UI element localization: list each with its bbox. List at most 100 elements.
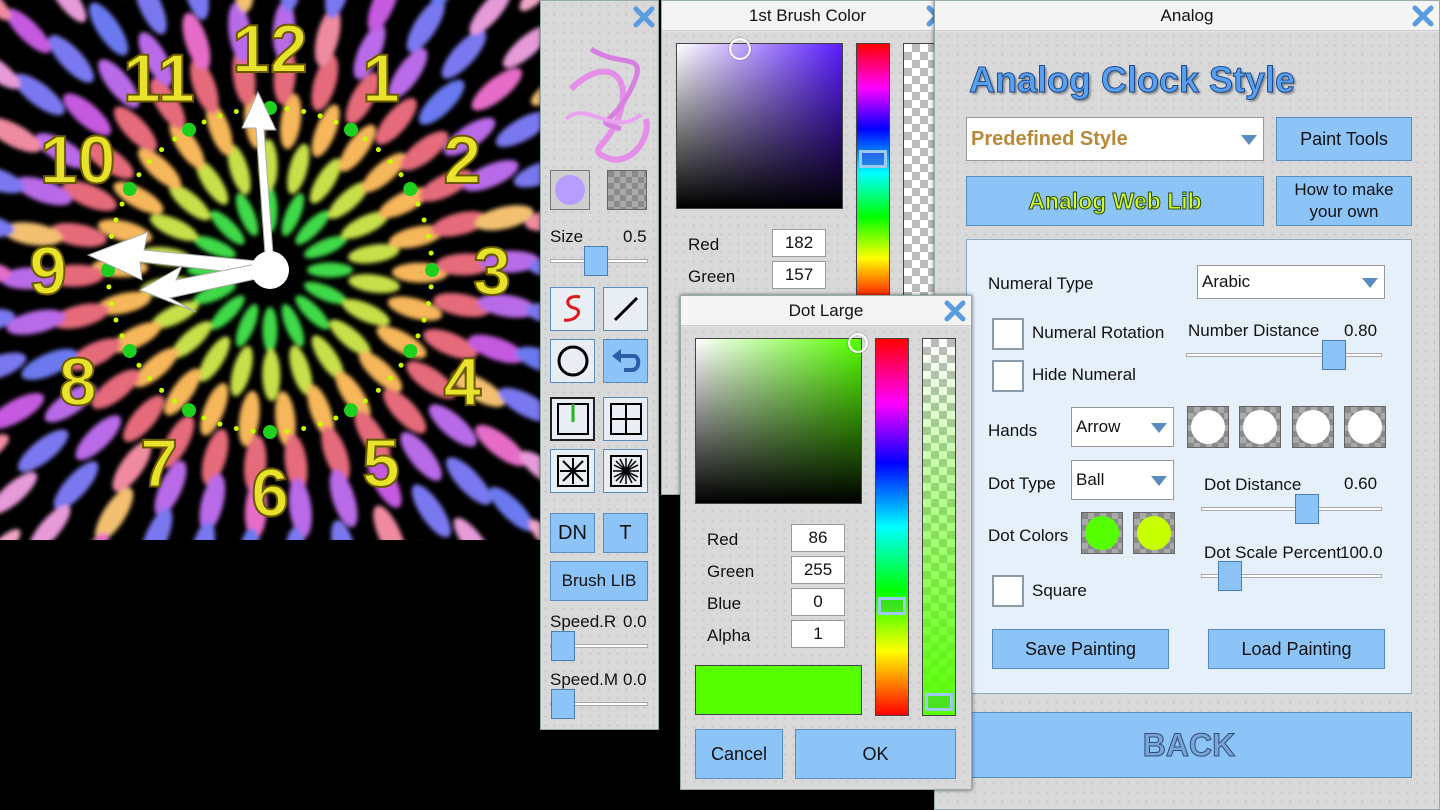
dot-type-dropdown[interactable]: Ball — [1071, 460, 1174, 500]
analog-web-lib-button[interactable]: Analog Web Lib — [966, 176, 1264, 226]
brush-alpha-slider[interactable] — [903, 43, 937, 303]
style-dropdown-value: Predefined Style — [971, 127, 1128, 150]
number-distance-thumb[interactable] — [1322, 340, 1346, 370]
hands-label: Hands — [988, 421, 1038, 440]
petal — [406, 0, 445, 53]
analog-heading: Analog Clock Style — [968, 59, 1296, 101]
circle-tool-button[interactable] — [550, 339, 595, 383]
brush-color-swatch[interactable] — [550, 170, 590, 210]
settings-panel — [966, 239, 1412, 694]
minute-dot — [284, 428, 290, 434]
square-checkbox[interactable] — [992, 575, 1024, 607]
dot-color-2-swatch[interactable] — [1133, 512, 1175, 554]
dot-sv-cursor[interactable] — [848, 333, 868, 353]
ok-button[interactable]: OK — [795, 729, 956, 779]
speed-r-label: Speed.R — [550, 612, 617, 631]
petal — [95, 487, 134, 540]
dot-scale-thumb[interactable] — [1218, 561, 1242, 591]
numeral-type-dropdown[interactable]: Arabic — [1197, 265, 1385, 299]
undo-button[interactable] — [603, 339, 648, 383]
dot-alpha-input[interactable]: 1 — [791, 620, 845, 648]
load-painting-button[interactable]: Load Painting — [1208, 629, 1385, 669]
close-icon[interactable] — [632, 5, 656, 29]
petal — [6, 309, 66, 335]
hand-color-2-swatch[interactable] — [1239, 406, 1281, 448]
petal — [446, 457, 492, 505]
brush-sv-picker[interactable] — [676, 38, 843, 209]
minute-dot — [119, 333, 125, 339]
speed-m-slider[interactable] — [550, 689, 648, 719]
numeral-rotation-checkbox[interactable] — [992, 318, 1024, 350]
dot-green-input[interactable]: 255 — [791, 556, 845, 584]
minute-dot — [201, 415, 207, 421]
speed-r-slider-thumb[interactable] — [551, 631, 575, 661]
dot-blue-input[interactable]: 0 — [791, 588, 845, 616]
dot-distance-slider[interactable] — [1201, 494, 1382, 524]
brush-red-input[interactable]: 182 — [772, 229, 826, 257]
close-icon[interactable] — [943, 299, 967, 323]
dot-distance-thumb[interactable] — [1295, 494, 1319, 524]
brush-hue-thumb[interactable] — [859, 150, 887, 168]
chevron-down-icon — [1362, 278, 1378, 288]
petal — [0, 434, 9, 471]
square-label: Square — [1032, 581, 1087, 600]
mirror-16-button[interactable] — [603, 449, 648, 493]
speed-m-slider-thumb[interactable] — [551, 689, 575, 719]
minute-dot — [333, 415, 339, 421]
hour-dot — [344, 122, 358, 137]
minute-dot — [428, 284, 434, 290]
cancel-button[interactable]: Cancel — [695, 729, 783, 779]
minute-dot — [301, 425, 307, 431]
t-button[interactable]: T — [603, 513, 648, 553]
hand-color-3-swatch[interactable] — [1292, 406, 1334, 448]
back-button[interactable]: BACK — [966, 712, 1412, 778]
dot-hue-slider[interactable] — [875, 338, 909, 716]
hands-dropdown[interactable]: Arrow — [1071, 407, 1174, 447]
size-slider[interactable] — [550, 246, 648, 276]
size-slider-thumb[interactable] — [584, 246, 608, 276]
brush-lib-button[interactable]: Brush LIB — [550, 561, 648, 601]
clock-numeral: 7 — [140, 425, 178, 501]
line-tool-button[interactable] — [603, 287, 648, 331]
clock-numeral: 6 — [251, 455, 289, 531]
petal — [0, 528, 21, 540]
number-distance-slider[interactable] — [1186, 340, 1382, 370]
petal — [46, 0, 87, 23]
dot-sv-picker[interactable] — [695, 333, 868, 504]
petal — [113, 181, 164, 214]
dot-hue-thumb[interactable] — [878, 597, 906, 615]
style-dropdown[interactable]: Predefined Style — [966, 117, 1264, 161]
minute-dot — [421, 217, 427, 223]
hour-dot — [425, 263, 439, 277]
dot-alpha-slider[interactable] — [922, 338, 956, 716]
curve-tool-button[interactable] — [550, 287, 595, 331]
brush-hue-slider[interactable] — [856, 43, 890, 303]
mirror-4-button[interactable] — [603, 397, 648, 441]
hide-numeral-checkbox[interactable] — [992, 360, 1024, 392]
dot-alpha-thumb[interactable] — [925, 693, 953, 711]
toolbox-window: Size 0.5 DN T Brush LIB Speed.R 0.0 Spee… — [540, 0, 659, 730]
petal — [200, 382, 229, 436]
dot-color-1-swatch[interactable] — [1081, 512, 1123, 554]
dot-alpha-label: Alpha — [707, 626, 751, 645]
how-to-button[interactable]: How to make your own — [1276, 176, 1412, 226]
brush-secondary-swatch[interactable] — [607, 170, 647, 210]
dot-colors-label: Dot Colors — [988, 526, 1069, 545]
dot-scale-slider[interactable] — [1201, 561, 1382, 591]
hand-color-1-swatch[interactable] — [1187, 406, 1229, 448]
close-icon[interactable] — [1411, 4, 1435, 28]
paint-tools-button[interactable]: Paint Tools — [1276, 117, 1412, 161]
minute-dot — [233, 425, 239, 431]
mirror-1-button[interactable] — [550, 397, 595, 441]
minute-dot — [375, 147, 381, 153]
save-painting-button[interactable]: Save Painting — [992, 629, 1169, 669]
speed-r-slider[interactable] — [550, 631, 648, 661]
dot-red-input[interactable]: 86 — [791, 524, 845, 552]
hand-color-4-swatch[interactable] — [1344, 406, 1386, 448]
brush-sv-cursor[interactable] — [729, 38, 751, 60]
mirror-8-button[interactable] — [550, 449, 595, 493]
minute-dot — [147, 159, 153, 165]
dn-button[interactable]: DN — [550, 513, 595, 553]
brush-green-input[interactable]: 157 — [772, 261, 826, 289]
minute-dot — [109, 301, 115, 307]
